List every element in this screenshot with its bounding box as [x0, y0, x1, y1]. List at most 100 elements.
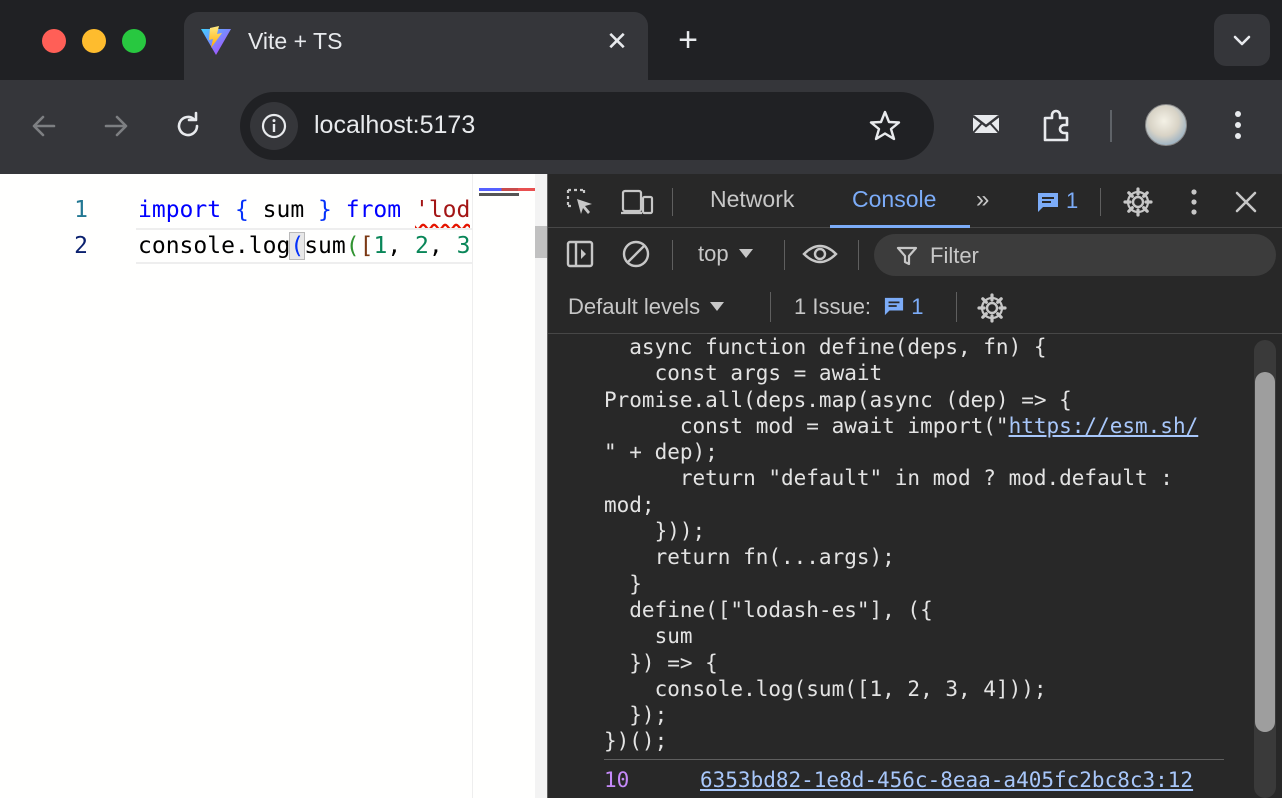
toolbar-divider	[858, 240, 859, 270]
new-tab-button[interactable]: +	[672, 22, 704, 58]
inspect-icon[interactable]	[564, 186, 596, 218]
paren-open: (	[289, 232, 306, 260]
toolbar-divider	[770, 292, 771, 322]
console-output[interactable]: async function define(deps, fn) { const …	[548, 334, 1282, 798]
line-source[interactable]: import { sum } from 'lod	[138, 192, 470, 228]
console-code-after-link: " + dep); return "default" in mod ? mod.…	[604, 440, 1173, 754]
message-divider	[604, 759, 1224, 760]
url-text[interactable]: localhost:5173	[314, 111, 475, 140]
module-string: 'lod	[414, 197, 470, 223]
code-editor[interactable]: 1 import { sum } from 'lod 2 console.log…	[0, 192, 472, 264]
chevron-down-icon	[710, 302, 725, 311]
close-icon[interactable]: ✕	[602, 26, 632, 56]
settings-icon[interactable]	[976, 292, 1008, 324]
context-selector[interactable]: top	[698, 241, 753, 267]
tab-vite-ts[interactable]: Vite + TS ✕	[184, 12, 648, 80]
number-2: 2	[415, 233, 429, 259]
number-3: 3	[456, 233, 470, 259]
code-line-2: 2 console.log(sum([1, 2, 3	[0, 228, 470, 264]
issues-count: 1	[911, 294, 924, 319]
star-icon[interactable]	[868, 109, 902, 143]
browser-toolbar: localhost:5173	[0, 80, 1282, 174]
site-info-button[interactable]	[250, 102, 298, 150]
sidebar-icon[interactable]	[564, 238, 596, 270]
more-tabs-button[interactable]: »	[976, 186, 990, 214]
line-number: 2	[74, 233, 88, 259]
forward-button[interactable]	[94, 104, 138, 148]
eye-icon[interactable]	[802, 240, 838, 268]
minimize-window-button[interactable]	[82, 29, 106, 53]
back-arrow-icon	[32, 115, 56, 137]
comma: ,	[387, 233, 416, 259]
maximize-window-button[interactable]	[122, 29, 146, 53]
issues-button[interactable]: 1 Issue: 1	[794, 294, 924, 320]
identifier-sum: sum	[304, 233, 346, 259]
toolbar-divider	[672, 188, 673, 216]
tab-search-button[interactable]	[1214, 14, 1270, 66]
vite-logo-icon	[201, 26, 231, 55]
paren-open-2: (	[345, 233, 360, 259]
line-source[interactable]: console.log(sum([1, 2, 3	[138, 228, 470, 264]
console-levels-bar: Default levels 1 Issue: 1	[548, 280, 1282, 334]
context-selector-label: top	[698, 241, 729, 266]
editor-scrollbar[interactable]	[535, 174, 547, 798]
settings-icon[interactable]	[1122, 186, 1154, 218]
toolbar-divider	[672, 240, 673, 270]
tab-strip: Vite + TS ✕ +	[0, 0, 1282, 80]
info-icon	[261, 113, 287, 139]
filter-placeholder: Filter	[930, 243, 979, 268]
message-icon[interactable]	[1036, 191, 1060, 213]
message-count[interactable]: 1	[1066, 188, 1078, 214]
line-number: 1	[74, 197, 88, 223]
comma: ,	[428, 233, 457, 259]
mail-icon[interactable]	[970, 108, 1002, 140]
kebab-menu-icon[interactable]	[1182, 186, 1206, 218]
chevron-down-icon	[738, 249, 753, 258]
tab-title: Vite + TS	[248, 28, 343, 54]
minimap-line-2	[479, 193, 519, 196]
log-levels-dropdown[interactable]: Default levels	[568, 294, 725, 320]
identifier-sum: sum	[262, 197, 305, 223]
message-icon	[885, 297, 904, 316]
kebab-menu-icon[interactable]	[1226, 108, 1250, 142]
identifier-console-log: console.log	[138, 233, 291, 259]
chevron-down-icon	[1233, 35, 1251, 46]
tab-network[interactable]: Network	[710, 186, 794, 213]
log-value: 10	[604, 768, 630, 792]
device-toolbar-icon[interactable]	[620, 186, 654, 218]
log-source-link[interactable]: 6353bd82-1e8d-456c-8eaa-a405fc2bc8c3:12	[700, 768, 1193, 792]
bracket-open: [	[359, 233, 374, 259]
console-scrollbar[interactable]	[1254, 340, 1276, 798]
keyword-import: import	[138, 197, 222, 223]
address-bar[interactable]: localhost:5173	[240, 92, 934, 160]
back-button[interactable]	[22, 104, 66, 148]
editor-minimap[interactable]	[472, 174, 535, 798]
tab-console[interactable]: Console	[852, 186, 936, 213]
extensions-icon[interactable]	[1040, 108, 1076, 144]
log-levels-label: Default levels	[568, 294, 701, 319]
console-code-message: async function define(deps, fn) { const …	[604, 334, 1198, 755]
brace-open: {	[221, 197, 263, 223]
toolbar-divider	[956, 292, 957, 322]
esm-link[interactable]: https://esm.sh/	[1009, 414, 1199, 438]
forward-arrow-icon	[104, 115, 128, 137]
close-window-button[interactable]	[42, 29, 66, 53]
devtools-panel: Network Console » 1 top Filter Default l…	[547, 174, 1282, 798]
browser-window: Vite + TS ✕ + localhost:5173 1 import {…	[0, 0, 1282, 798]
page-content: 1 import { sum } from 'lod 2 console.log…	[0, 174, 547, 798]
devtools-tab-bar: Network Console » 1	[548, 174, 1282, 228]
console-toolbar: top Filter	[548, 228, 1282, 280]
profile-avatar[interactable]	[1145, 104, 1187, 146]
console-scrollbar-thumb[interactable]	[1255, 372, 1275, 732]
toolbar-divider	[784, 240, 785, 270]
filter-input[interactable]: Filter	[874, 234, 1276, 276]
minimap-line-1	[479, 188, 535, 191]
reload-button[interactable]	[166, 104, 210, 148]
clear-icon[interactable]	[620, 238, 652, 270]
number-1: 1	[373, 233, 388, 259]
close-icon[interactable]	[1232, 188, 1260, 216]
console-code-before-link: async function define(deps, fn) { const …	[604, 335, 1072, 438]
editor-scrollbar-thumb[interactable]	[535, 226, 547, 258]
issues-label: 1 Issue:	[794, 294, 872, 319]
